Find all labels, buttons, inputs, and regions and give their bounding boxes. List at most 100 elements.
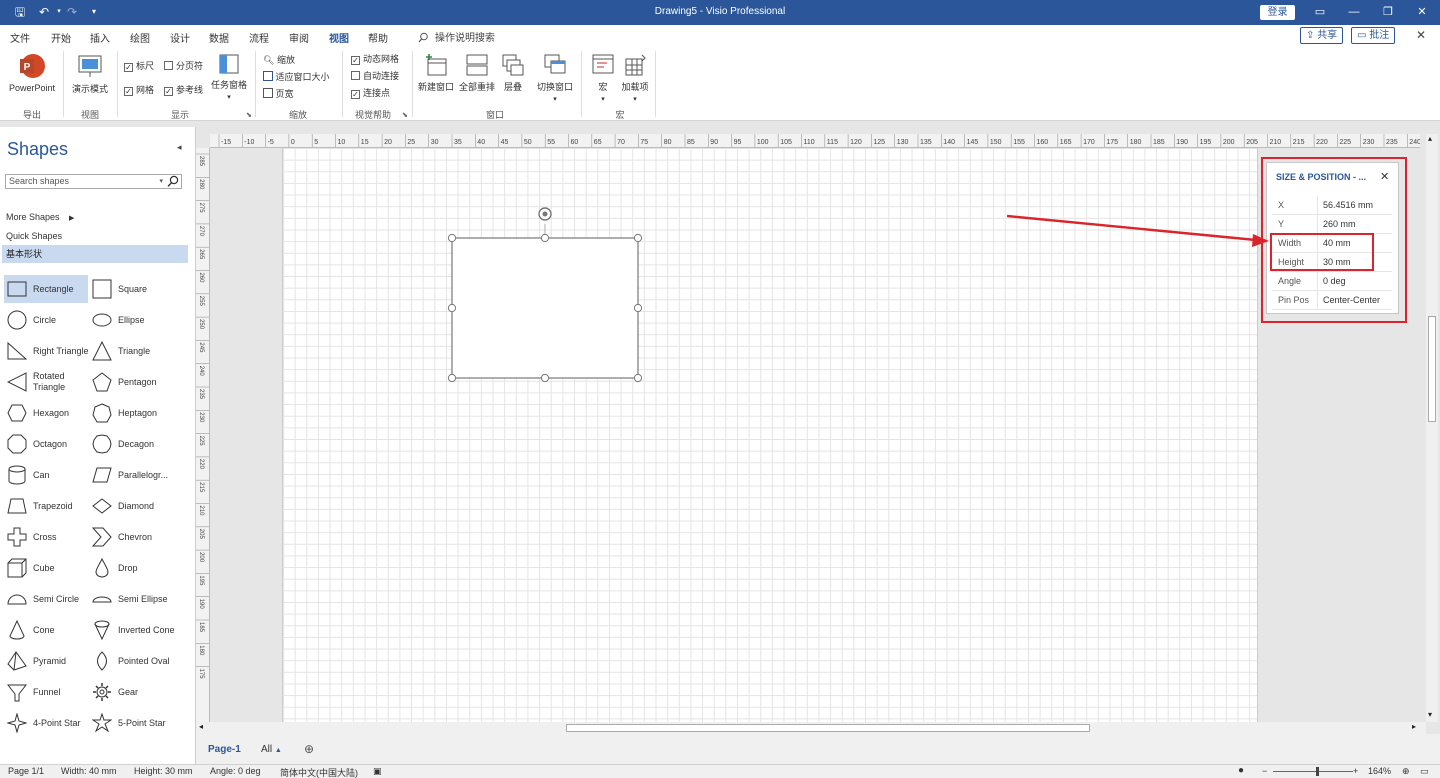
shape-item-star4[interactable]: 4-Point Star <box>4 709 88 737</box>
vertical-scroll-thumb[interactable] <box>1428 316 1436 422</box>
tab-file[interactable]: 文件 <box>10 30 30 45</box>
shape-item-can[interactable]: Can <box>4 461 88 489</box>
cascade-button[interactable]: 层叠 <box>500 53 526 93</box>
shape-item-pyramid[interactable]: Pyramid <box>4 647 88 675</box>
shape-item-gear[interactable]: Gear <box>89 678 173 706</box>
tab-home[interactable]: 开始 <box>51 30 71 45</box>
presentation-mode-button[interactable]: 演示模式 <box>66 53 114 95</box>
shape-item-star5[interactable]: 5-Point Star <box>89 709 173 737</box>
vertical-ruler[interactable]: 285 280 275 270 265 260 255 250 245 240 235 230 225 2… <box>196 148 210 722</box>
status-page[interactable]: Page 1/1 <box>8 766 44 776</box>
zoom-out-icon[interactable]: − <box>1262 766 1267 776</box>
shape-item-pointed-oval[interactable]: Pointed Oval <box>89 647 173 675</box>
page-width-button[interactable]: 页宽 <box>263 87 294 100</box>
connection-points-checkbox[interactable]: ✓ 连接点 <box>351 87 390 99</box>
shape-item-inverted-cone[interactable]: Inverted Cone <box>89 616 175 644</box>
fit-to-window-button[interactable]: 适应窗口大小 <box>263 70 330 83</box>
quick-shapes-link[interactable]: Quick Shapes <box>6 231 62 241</box>
comments-button[interactable]: ▭ 批注 <box>1351 27 1396 44</box>
search-dropdown-icon[interactable]: ▾ <box>159 175 163 188</box>
scroll-down-icon[interactable]: ▾ <box>1428 710 1432 719</box>
shape-item-semi-ellipse[interactable]: Semi Ellipse <box>89 585 173 613</box>
addins-button[interactable]: 加载项 ▾ <box>619 53 651 103</box>
tab-view[interactable]: 视图 <box>329 30 349 50</box>
scroll-up-icon[interactable]: ▴ <box>1428 134 1432 143</box>
page-breaks-checkbox[interactable]: 分页符 <box>164 60 203 72</box>
grid-checkbox[interactable]: ✓ 网格 <box>124 84 154 96</box>
macros-button[interactable]: 宏 ▾ <box>590 53 616 103</box>
restore-icon[interactable]: ❐ <box>1378 3 1398 21</box>
shape-item-rotated-triangle[interactable]: Rotated Triangle <box>4 368 88 396</box>
horizontal-ruler[interactable]: -15 -10 -5 0 5 10 15 20 25 30 35 40 45 50 55 60 65 70 75 80… <box>210 134 1420 148</box>
arrange-all-button[interactable]: 全部重排 <box>457 53 497 93</box>
collapse-ribbon-icon[interactable]: ✕ <box>1416 28 1426 42</box>
minimize-icon[interactable]: — <box>1344 3 1364 21</box>
fit-page-icon[interactable]: ⊕ <box>1402 766 1410 777</box>
zoom-slider-thumb[interactable] <box>1316 767 1319 776</box>
shape-item-right-triangle[interactable]: Right Triangle <box>4 337 89 365</box>
shape-item-triangle[interactable]: Triangle <box>89 337 173 365</box>
switch-windows-button[interactable]: 切换窗口 ▾ <box>533 53 577 103</box>
shape-item-heptagon[interactable]: Heptagon <box>89 399 173 427</box>
vertical-scrollbar[interactable]: ▴ ▾ <box>1426 134 1438 722</box>
shape-item-hexagon[interactable]: Hexagon <box>4 399 88 427</box>
selected-rectangle-shape[interactable] <box>283 148 1259 722</box>
shape-item-chevron[interactable]: Chevron <box>89 523 173 551</box>
horizontal-scrollbar[interactable]: ◂ ▸ <box>196 722 1426 734</box>
search-icon[interactable] <box>166 174 180 188</box>
shape-item-ellipse[interactable]: Ellipse <box>89 306 173 334</box>
add-page-icon[interactable]: ⊕ <box>304 742 314 756</box>
shape-item-decagon[interactable]: Decagon <box>89 430 173 458</box>
close-icon[interactable]: ✕ <box>1412 3 1432 21</box>
shape-item-semi-circle[interactable]: Semi Circle <box>4 585 88 613</box>
presentation-status-icon[interactable]: ● <box>1238 765 1244 776</box>
dynamic-grid-checkbox[interactable]: ✓ 动态网格 <box>351 53 399 65</box>
shape-item-trapezoid[interactable]: Trapezoid <box>4 492 88 520</box>
more-shapes-link[interactable]: More Shapes ▶ <box>6 212 74 222</box>
scroll-right-icon[interactable]: ▸ <box>1412 722 1416 731</box>
new-window-button[interactable]: 新建窗口 <box>416 53 456 93</box>
tab-process[interactable]: 流程 <box>249 30 269 45</box>
rectangle-shape-body[interactable] <box>451 237 639 379</box>
dialog-launcher-icon[interactable]: ⬊ <box>402 111 408 119</box>
shape-item-octagon[interactable]: Octagon <box>4 430 88 458</box>
scroll-left-icon[interactable]: ◂ <box>199 722 203 731</box>
status-language[interactable]: 简体中文(中国大陆) <box>280 766 358 778</box>
dialog-launcher-icon[interactable]: ⬊ <box>246 111 252 119</box>
shape-item-cube[interactable]: Cube <box>4 554 88 582</box>
tab-design[interactable]: 设计 <box>170 30 190 45</box>
status-zoom[interactable]: 164% <box>1368 766 1391 776</box>
autoconnect-checkbox[interactable]: 自动连接 <box>351 70 399 82</box>
zoom-button[interactable]: 🔍︎ 缩放 <box>263 53 295 66</box>
tell-me-search[interactable]: 操作说明搜索 <box>418 29 495 44</box>
rotation-handle-icon[interactable] <box>538 207 552 221</box>
zoom-slider[interactable] <box>1273 771 1353 772</box>
all-pages-tab[interactable]: All ▲ <box>261 744 282 755</box>
shape-item-circle[interactable]: Circle <box>4 306 88 334</box>
tab-draw[interactable]: 绘图 <box>130 30 150 45</box>
shape-item-parallelogram[interactable]: Parallelogr... <box>89 461 173 489</box>
shape-item-drop[interactable]: Drop <box>89 554 173 582</box>
shape-item-cross[interactable]: Cross <box>4 523 88 551</box>
tab-review[interactable]: 审阅 <box>289 30 309 45</box>
guides-checkbox[interactable]: ✓ 参考线 <box>164 84 203 96</box>
page-tab-1[interactable]: Page-1 <box>208 744 241 755</box>
zoom-in-icon[interactable]: + <box>1353 766 1358 776</box>
task-panes-button[interactable]: 任务窗格 ▾ <box>208 53 250 101</box>
switch-windows-status-icon[interactable]: ▭ <box>1420 766 1429 777</box>
tab-help[interactable]: 帮助 <box>368 30 388 45</box>
export-powerpoint-button[interactable]: P PowerPoint <box>6 52 58 93</box>
collapse-panel-icon[interactable]: ◂ <box>177 142 182 153</box>
horizontal-scroll-thumb[interactable] <box>566 724 1090 732</box>
login-button[interactable]: 登录 <box>1260 5 1295 20</box>
ribbon-display-icon[interactable]: ▭ <box>1310 3 1330 21</box>
ruler-checkbox[interactable]: ✓ 标尺 <box>124 60 154 72</box>
macro-record-icon[interactable]: ▣ <box>373 766 382 777</box>
shape-item-cone[interactable]: Cone <box>4 616 88 644</box>
shape-item-rectangle[interactable]: Rectangle <box>4 275 88 303</box>
shape-item-diamond[interactable]: Diamond <box>89 492 173 520</box>
shape-item-funnel[interactable]: Funnel <box>4 678 88 706</box>
tab-insert[interactable]: 插入 <box>90 30 110 45</box>
share-button[interactable]: ⇪ 共享 <box>1300 27 1344 44</box>
stencil-basic-shapes[interactable]: 基本形状 <box>2 245 188 263</box>
